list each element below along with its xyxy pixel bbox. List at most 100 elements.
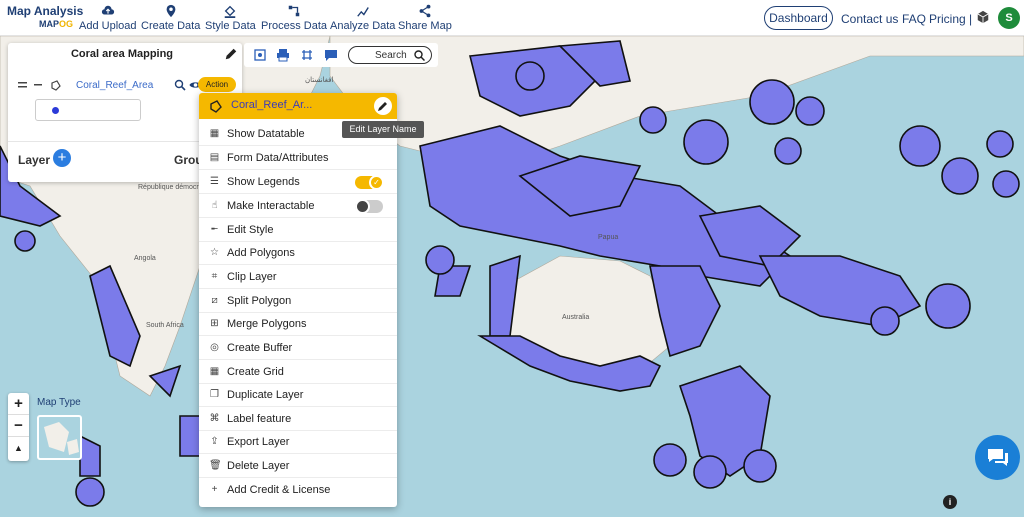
map-thumbnail (44, 422, 79, 455)
zoom-out-button[interactable]: − (8, 415, 29, 437)
menu-item-add-polygons[interactable]: ☆ Add Polygons (199, 242, 397, 265)
menu-item-merge-polygons[interactable]: ⊞ Merge Polygons (199, 313, 397, 336)
polygon-icon (210, 100, 222, 113)
menu-item-label: Clip Layer (227, 271, 277, 283)
search-label: Search (375, 50, 407, 61)
nav-create-data[interactable]: Create Data (141, 4, 200, 32)
map-label-australia: Australia (562, 314, 590, 321)
polygon-icon: ☆ (210, 247, 219, 258)
nav-style-data[interactable]: Style Data (205, 4, 256, 32)
plus-icon: + (211, 484, 218, 495)
menu-layer-name: Coral_Reef_Ar... (231, 99, 313, 111)
menu-item-label: Show Legends (227, 176, 300, 188)
nav-share-map[interactable]: Share Map (398, 4, 452, 32)
duplicate-icon: ❐ (210, 389, 219, 400)
measure-icon[interactable] (300, 48, 314, 62)
toggle-knob (355, 199, 370, 214)
add-layer-button[interactable]: + (53, 149, 71, 167)
label-icon: ⌘ (209, 413, 220, 424)
pencil-icon (378, 102, 387, 111)
dashboard-button[interactable]: Dashboard (764, 6, 833, 30)
menu-item-make-interactable[interactable]: ☝ Make Interactable (199, 195, 397, 218)
legend-swatch (52, 107, 59, 114)
grid-icon: ▦ (209, 366, 220, 377)
menu-item-form-data[interactable]: ▤ Form Data/Attributes (199, 147, 397, 170)
menu-item-create-buffer[interactable]: ◎ Create Buffer (199, 337, 397, 360)
edit-layer-name-button[interactable] (374, 97, 392, 115)
menu-header: Coral_Reef_Ar... (199, 93, 397, 119)
menu-item-label: Add Polygons (227, 247, 295, 259)
share-icon (419, 4, 431, 18)
menu-item-add-credit-license[interactable]: + Add Credit & License (199, 479, 397, 502)
top-navbar: Map Analysis MAPOG Add Upload Create Dat… (0, 0, 1024, 36)
map-type-switcher[interactable] (37, 415, 82, 460)
reset-north-button[interactable]: ▲ (8, 437, 29, 459)
edit-style-icon: ╾ (211, 224, 218, 235)
menu-item-create-grid[interactable]: ▦ Create Grid (199, 361, 397, 384)
nav-add-upload[interactable]: Add Upload (79, 4, 137, 32)
menu-item-label: Merge Polygons (227, 318, 307, 330)
check-icon: ✓ (369, 175, 384, 190)
nav-analyze-data[interactable]: Analyze Data (330, 4, 395, 32)
pricing-link[interactable]: Pricing | (929, 12, 972, 26)
search-button[interactable]: Search (348, 46, 432, 64)
print-icon[interactable] (276, 48, 290, 62)
menu-item-duplicate-layer[interactable]: ❐ Duplicate Layer (199, 384, 397, 407)
menu-item-label: Duplicate Layer (227, 389, 304, 401)
edit-layer-name-tooltip: Edit Layer Name (342, 121, 424, 138)
chat-button[interactable] (975, 435, 1020, 480)
faq-link[interactable]: FAQ (902, 12, 926, 26)
process-icon (288, 5, 300, 17)
comment-icon[interactable] (324, 48, 338, 62)
map-pin-icon (166, 4, 176, 18)
nav-label: Analyze Data (330, 20, 396, 32)
split-icon: ⧄ (211, 295, 218, 306)
zoom-to-layer-icon[interactable] (174, 79, 186, 91)
zoom-in-button[interactable]: + (8, 393, 29, 415)
map-type-label: Map Type (37, 397, 81, 408)
paint-bucket-icon (225, 5, 236, 18)
pointer-icon: ☝ (211, 200, 218, 211)
menu-item-label: Show Datatable (227, 128, 305, 140)
menu-item-edit-style[interactable]: ╾ Edit Style (199, 219, 397, 242)
action-button[interactable]: Action (198, 77, 236, 92)
buffer-icon: ◎ (210, 342, 219, 353)
collapse-icon[interactable] (34, 84, 42, 86)
analyze-icon (356, 7, 369, 17)
nav-label: Share Map (398, 20, 452, 32)
table-icon: ▦ (209, 128, 220, 139)
layer-name[interactable]: Coral_Reef_Area (76, 80, 153, 91)
menu-item-delete-layer[interactable]: 🗑 Delete Layer (199, 455, 397, 478)
merge-icon: ⊞ (210, 318, 219, 329)
menu-item-show-legends[interactable]: ☰ Show Legends ✓ (199, 171, 397, 194)
nav-process-data[interactable]: Process Data (261, 4, 327, 32)
menu-item-label: Create Grid (227, 366, 284, 378)
brand-title: Map Analysis (7, 4, 84, 18)
menu-item-label: Form Data/Attributes (227, 152, 329, 164)
drag-handle-icon[interactable] (18, 81, 27, 89)
brand-logo[interactable]: Map Analysis MAPOG (7, 4, 84, 29)
menu-item-label-feature[interactable]: ⌘ Label feature (199, 408, 397, 431)
zoom-controls: + − ▲ (8, 393, 29, 461)
show-legends-toggle[interactable]: ✓ (355, 175, 384, 190)
cube-icon[interactable] (976, 10, 990, 24)
map-label-papua: Papua (598, 234, 619, 241)
menu-item-clip-layer[interactable]: ⌗ Clip Layer (199, 266, 397, 289)
contact-link[interactable]: Contact us (841, 12, 898, 26)
info-icon[interactable]: i (943, 495, 957, 509)
menu-item-label: Label feature (227, 413, 292, 425)
layer-section-label: Layer (18, 153, 51, 167)
search-icon (414, 50, 425, 61)
brand-subtitle: MAPOG (39, 19, 74, 29)
export-icon: ⇪ (210, 436, 219, 447)
menu-item-split-polygon[interactable]: ⧄ Split Polygon (199, 290, 397, 313)
menu-item-export-layer[interactable]: ⇪ Export Layer (199, 431, 397, 454)
layer-action-menu: Coral_Reef_Ar... ▦ Show Datatable ▤ Form… (199, 93, 397, 507)
make-interactable-toggle[interactable] (355, 199, 383, 214)
pencil-icon[interactable] (224, 47, 238, 61)
cloud-upload-icon (101, 5, 114, 15)
locate-icon[interactable] (253, 48, 267, 62)
crop-icon: ⌗ (211, 271, 218, 282)
user-avatar[interactable]: S (998, 7, 1020, 29)
menu-item-label: Delete Layer (227, 460, 290, 472)
